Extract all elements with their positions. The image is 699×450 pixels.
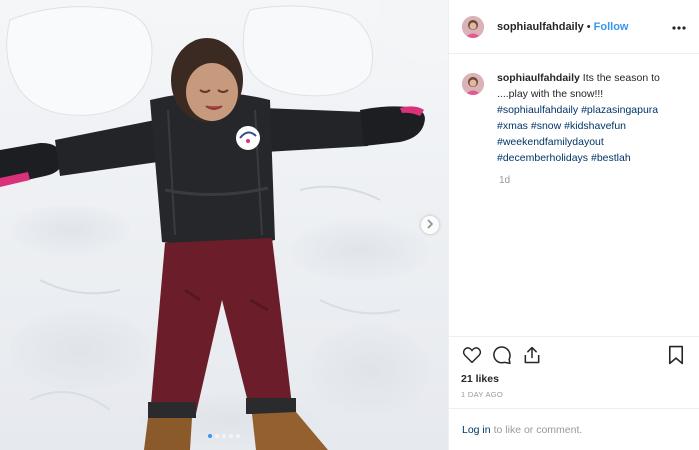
hashtag-link[interactable]: #decemberholidays: [497, 152, 588, 164]
hashtag-link[interactable]: #plazasingapura: [581, 104, 658, 116]
more-horizontal-icon: [672, 21, 686, 33]
comment-icon: [492, 345, 512, 368]
post-header: sophiaulfahdaily • Follow: [449, 0, 699, 54]
post-timestamp[interactable]: 1 DAY AGO: [461, 390, 687, 399]
carousel-indicator: [0, 434, 448, 438]
likes-count[interactable]: 21 likes: [461, 373, 687, 385]
hashtag-link[interactable]: #snow: [531, 120, 561, 132]
action-bar: 21 likes 1 DAY AGO: [449, 336, 699, 408]
login-prompt: Log in to like or comment.: [449, 408, 699, 450]
carousel-dot: [229, 434, 233, 438]
caption: sophiaulfahdaily Its the season to ....p…: [497, 70, 687, 166]
hashtag-list: #sophiaulfahdaily #plazasingapura #xmas …: [497, 104, 658, 164]
header-separator: •: [586, 20, 591, 33]
login-link[interactable]: Log in: [462, 424, 491, 436]
caption-username[interactable]: sophiaulfahdaily: [497, 72, 580, 84]
login-suffix: to like or comment.: [493, 423, 583, 436]
instagram-post: sophiaulfahdaily • Follow sophiaulfahdai…: [0, 0, 699, 450]
hashtag-link[interactable]: #weekendfamilydayout: [497, 136, 604, 148]
comment-button[interactable]: [491, 345, 513, 367]
carousel-dot: [208, 434, 212, 438]
carousel-dot: [222, 434, 226, 438]
photo-child-snow-angel: [0, 0, 448, 450]
hashtag-link[interactable]: #bestlah: [591, 152, 631, 164]
like-button[interactable]: [461, 345, 483, 367]
post-photo[interactable]: [0, 0, 448, 450]
caption-age[interactable]: 1d: [499, 175, 687, 186]
heart-icon: [462, 346, 482, 367]
save-button[interactable]: [665, 345, 687, 367]
carousel-next-button[interactable]: [421, 216, 439, 234]
header-username[interactable]: sophiaulfahdaily: [497, 21, 584, 33]
avatar[interactable]: [462, 73, 484, 95]
share-icon: [522, 345, 542, 368]
follow-button[interactable]: Follow: [594, 21, 629, 33]
hashtag-link[interactable]: #sophiaulfahdaily: [497, 104, 578, 116]
bookmark-icon: [668, 345, 684, 368]
chevron-right-icon: [426, 218, 434, 232]
hashtag-link[interactable]: #kidshavefun: [564, 120, 626, 132]
share-button[interactable]: [521, 345, 543, 367]
hashtag-link[interactable]: #xmas: [497, 120, 528, 132]
carousel-dot: [215, 434, 219, 438]
comments-area: sophiaulfahdaily Its the season to ....p…: [449, 54, 699, 336]
action-icons: [461, 345, 687, 367]
post-sidebar: sophiaulfahdaily • Follow sophiaulfahdai…: [448, 0, 699, 450]
carousel-dot: [236, 434, 240, 438]
avatar[interactable]: [462, 15, 484, 38]
more-options-button[interactable]: [671, 21, 687, 33]
caption-row: sophiaulfahdaily Its the season to ....p…: [462, 70, 687, 166]
